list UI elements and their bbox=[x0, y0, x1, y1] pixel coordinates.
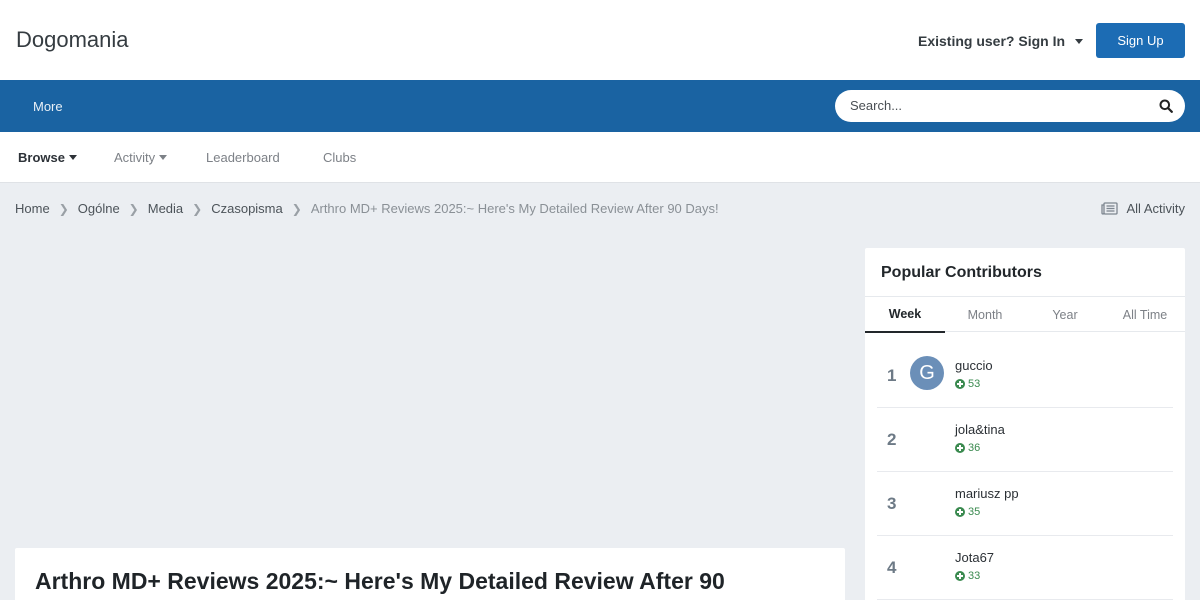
plus-circle-icon bbox=[955, 443, 965, 453]
reputation-value: 35 bbox=[968, 506, 981, 518]
all-activity-link[interactable]: All Activity bbox=[1101, 201, 1185, 216]
caret-down-icon bbox=[1075, 38, 1084, 44]
list-item: 2 jola&tina 36 bbox=[877, 408, 1173, 472]
reputation-badge: 36 bbox=[955, 442, 980, 454]
subnav-browse[interactable]: Browse bbox=[18, 150, 77, 165]
contributor-name[interactable]: mariusz pp bbox=[955, 486, 1019, 501]
breadcrumb-czasopisma[interactable]: Czasopisma bbox=[211, 201, 283, 216]
tab-month[interactable]: Month bbox=[945, 297, 1025, 332]
plus-circle-icon bbox=[955, 379, 965, 389]
chevron-right-icon: ❯ bbox=[291, 201, 302, 216]
post-title: Arthro MD+ Reviews 2025:~ Here's My Deta… bbox=[35, 568, 725, 594]
subnav-activity[interactable]: Activity bbox=[114, 150, 168, 165]
contributor-name[interactable]: guccio bbox=[955, 358, 993, 373]
subnav-clubs[interactable]: Clubs bbox=[323, 150, 356, 165]
contributor-rank: 2 bbox=[887, 430, 897, 449]
breadcrumb-home[interactable]: Home bbox=[15, 201, 50, 216]
breadcrumb-media[interactable]: Media bbox=[148, 201, 183, 216]
nav-more-item[interactable]: More bbox=[33, 99, 63, 114]
list-item: 4 Jota67 33 bbox=[877, 536, 1173, 600]
tab-week[interactable]: Week bbox=[865, 297, 945, 333]
contributor-rank: 1 bbox=[887, 366, 897, 385]
search-input[interactable]: Search... bbox=[835, 90, 1185, 122]
subnav-clubs-label: Clubs bbox=[323, 150, 357, 165]
subnav-leaderboard-label: Leaderboard bbox=[206, 150, 280, 165]
signin-dropdown[interactable]: Existing user? Sign In bbox=[918, 33, 1084, 49]
caret-down-icon bbox=[68, 155, 77, 160]
chevron-right-icon: ❯ bbox=[192, 201, 203, 216]
tab-all-time[interactable]: All Time bbox=[1105, 297, 1185, 332]
chevron-right-icon: ❯ bbox=[58, 201, 69, 216]
post-card: Arthro MD+ Reviews 2025:~ Here's My Deta… bbox=[15, 548, 845, 600]
contributor-rank: 3 bbox=[887, 494, 897, 513]
contributor-rank: 4 bbox=[887, 558, 897, 577]
signup-button[interactable]: Sign Up bbox=[1096, 23, 1185, 58]
reputation-value: 53 bbox=[968, 378, 981, 390]
secondary-navbar: Browse Activity Leaderboard Clubs bbox=[0, 132, 1200, 183]
reputation-value: 36 bbox=[968, 442, 981, 454]
list-item: 3 mariusz pp 35 bbox=[877, 472, 1173, 536]
chevron-right-icon: ❯ bbox=[128, 201, 139, 216]
reputation-badge: 35 bbox=[955, 506, 980, 518]
subnav-activity-label: Activity bbox=[114, 150, 156, 165]
primary-navbar: More Search... bbox=[0, 80, 1200, 132]
popular-contributors-widget: Popular Contributors Week Month Year All… bbox=[865, 248, 1185, 600]
reputation-badge: 33 bbox=[955, 570, 980, 582]
breadcrumb-current: Arthro MD+ Reviews 2025:~ Here's My Deta… bbox=[310, 201, 719, 216]
widget-title: Popular Contributors bbox=[881, 264, 1042, 281]
search-icon[interactable] bbox=[1159, 99, 1173, 113]
contributor-name[interactable]: jola&tina bbox=[955, 422, 1005, 437]
signin-label: Existing user? Sign In bbox=[918, 33, 1066, 49]
list-item: 1 G guccio 53 bbox=[877, 344, 1173, 408]
reputation-value: 33 bbox=[968, 570, 981, 582]
caret-down-icon bbox=[159, 155, 168, 160]
all-activity-label: All Activity bbox=[1126, 201, 1185, 216]
newspaper-icon bbox=[1101, 202, 1119, 215]
contributor-name[interactable]: Jota67 bbox=[955, 550, 994, 565]
site-title[interactable]: Dogomania bbox=[16, 27, 129, 53]
site-header: Dogomania Existing user? Sign In Sign Up bbox=[0, 0, 1200, 80]
subnav-leaderboard[interactable]: Leaderboard bbox=[206, 150, 280, 165]
widget-tabs: Week Month Year All Time bbox=[865, 296, 1185, 333]
subnav-browse-label: Browse bbox=[18, 150, 65, 165]
search-placeholder: Search... bbox=[850, 98, 903, 113]
plus-circle-icon bbox=[955, 507, 965, 517]
tab-year[interactable]: Year bbox=[1025, 297, 1105, 332]
plus-circle-icon bbox=[955, 571, 965, 581]
avatar[interactable]: G bbox=[910, 356, 944, 390]
breadcrumb: Home ❯ Ogólne ❯ Media ❯ Czasopisma ❯ Art… bbox=[15, 201, 719, 216]
breadcrumb-ogolne[interactable]: Ogólne bbox=[78, 201, 120, 216]
reputation-badge: 53 bbox=[955, 378, 980, 390]
